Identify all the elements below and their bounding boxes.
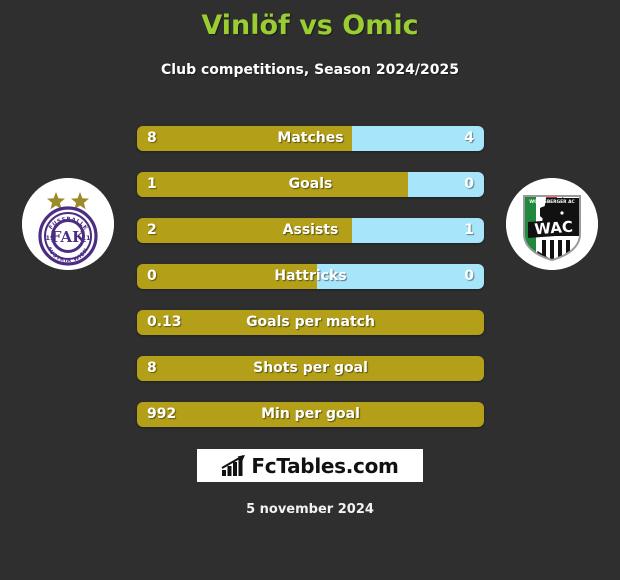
page-title: Vinlöf vs Omic [201,10,419,41]
stat-label-goals: Goals [288,176,333,192]
svg-text:WOLFSBERGER AC: WOLFSBERGER AC [529,199,574,205]
stat-label-assists: Assists [282,222,339,238]
away-team-logo: WAC WOLFSBERGER AC [506,178,598,270]
stats-list: 8 Matches 4 1 Goals 0 2 Assists 1 0 Hatt… [137,126,484,448]
stat-label-goals-per-match: Goals per match [246,314,375,330]
stat-comparison-card: Vinlöf vs Omic Club competitions, Season… [0,0,620,580]
stat-row-min-per-goal: 992 Min per goal [137,402,484,427]
footer-date: 5 november 2024 [246,502,374,517]
svg-text:11: 11 [81,234,91,242]
away-value-hattricks: 0 [464,268,474,284]
stat-row-hattricks: 0 Hattricks 0 [137,264,484,289]
fctables-brand[interactable]: FcTables.com [197,449,423,482]
bar-chart-arrow-icon [221,454,246,476]
wolfsberger-ac-crest-icon: WAC WOLFSBERGER AC [506,178,598,270]
stat-row-matches: 8 Matches 4 [137,126,484,151]
page-subtitle: Club competitions, Season 2024/2025 [161,62,459,78]
austria-wien-crest-icon: FAK 19 11 FUSSBALLKLUB AUSTRIA WIEN [22,178,114,270]
stat-row-goals: 1 Goals 0 [137,172,484,197]
stat-row-shots-per-goal: 8 Shots per goal [137,356,484,381]
stat-label-shots-per-goal: Shots per goal [253,360,368,376]
brand-text: FcTables.com [251,453,399,478]
svg-text:WAC: WAC [534,218,574,239]
away-value-goals: 0 [464,176,474,192]
home-team-logo: FAK 19 11 FUSSBALLKLUB AUSTRIA WIEN [22,178,114,270]
stat-row-goals-per-match: 0.13 Goals per match [137,310,484,335]
stat-label-hattricks: Hattricks [274,268,347,284]
stat-label-matches: Matches [277,130,344,146]
away-value-assists: 1 [464,222,474,238]
away-value-matches: 4 [464,130,474,146]
stat-row-assists: 2 Assists 1 [137,218,484,243]
stat-label-min-per-goal: Min per goal [261,406,360,422]
svg-text:19: 19 [45,234,55,242]
